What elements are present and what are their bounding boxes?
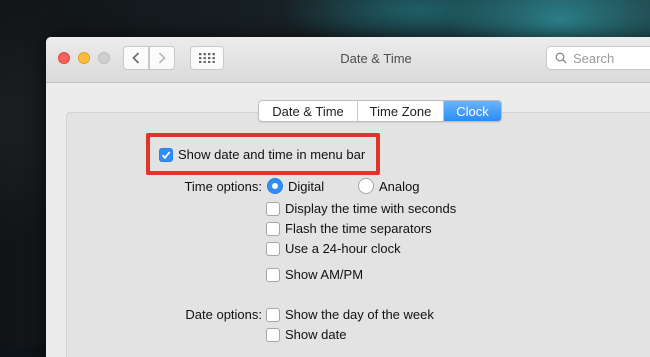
analog-radio[interactable] <box>358 178 374 194</box>
tab-time-zone[interactable]: Time Zone <box>358 101 444 121</box>
tab-bar: Date & Time Time Zone Clock <box>258 100 502 122</box>
show-date-checkbox[interactable] <box>266 327 280 342</box>
preferences-window: Date & Time Search Date & Time Time Zone… <box>46 37 650 357</box>
show-date-option[interactable]: Show date <box>266 327 346 342</box>
search-field[interactable]: Search <box>546 46 650 70</box>
digital-label: Digital <box>288 178 325 194</box>
analog-label: Analog <box>379 178 420 194</box>
show-date-label: Show date <box>285 327 347 342</box>
show-date-time-menu-bar-checkbox[interactable] <box>159 147 173 162</box>
show-am-pm-option[interactable]: Show AM/PM <box>266 267 363 282</box>
analog-option[interactable]: Analog <box>358 178 419 194</box>
flash-separators-option[interactable]: Flash the time separators <box>266 221 432 236</box>
display-seconds-option[interactable]: Display the time with seconds <box>266 201 456 216</box>
show-date-time-menu-bar-option[interactable]: Show date and time in menu bar <box>159 147 365 162</box>
show-am-pm-checkbox[interactable] <box>266 267 280 282</box>
date-options-label: Date options: <box>185 307 262 322</box>
show-day-of-week-label: Show the day of the week <box>285 307 434 322</box>
display-seconds-label: Display the time with seconds <box>285 201 457 216</box>
flash-separators-label: Flash the time separators <box>285 221 432 236</box>
flash-separators-checkbox[interactable] <box>266 221 280 236</box>
use-24-hour-option[interactable]: Use a 24-hour clock <box>266 241 401 256</box>
digital-option[interactable]: Digital <box>267 178 324 194</box>
time-options-label: Time options: <box>184 179 262 194</box>
radio-dot <box>272 183 278 189</box>
tab-date-time[interactable]: Date & Time <box>259 101 358 121</box>
tab-clock[interactable]: Clock <box>444 101 501 121</box>
title-bar: Date & Time Search <box>46 37 650 83</box>
checkmark-icon <box>161 150 171 159</box>
digital-radio[interactable] <box>267 178 283 194</box>
show-day-of-week-checkbox[interactable] <box>266 307 280 322</box>
use-24-hour-label: Use a 24-hour clock <box>285 241 401 256</box>
search-icon <box>555 52 567 64</box>
show-day-of-week-option[interactable]: Show the day of the week <box>266 307 434 322</box>
display-seconds-checkbox[interactable] <box>266 201 280 216</box>
show-date-time-menu-bar-label: Show date and time in menu bar <box>178 147 366 162</box>
search-placeholder: Search <box>573 50 615 66</box>
show-am-pm-label: Show AM/PM <box>285 267 364 282</box>
use-24-hour-checkbox[interactable] <box>266 241 280 256</box>
